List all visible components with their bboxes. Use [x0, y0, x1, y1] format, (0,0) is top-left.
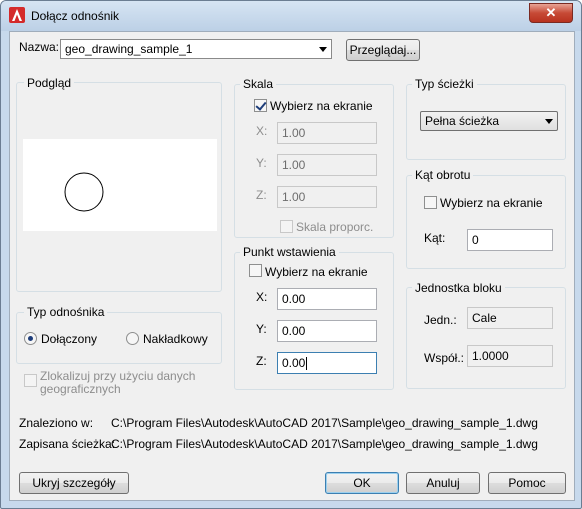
block-unit-group — [406, 287, 566, 389]
scale-specify-label: Wybierz na ekranie — [270, 99, 373, 113]
uniform-scale-label: Skala proporc. — [296, 220, 374, 234]
insertion-y-input[interactable]: 0.00 — [277, 320, 377, 342]
rotation-group — [406, 175, 566, 269]
locate-geo-label: Zlokalizuj przy użyciu danych geograficz… — [40, 370, 195, 396]
insertion-specify-label: Wybierz na ekranie — [265, 265, 368, 279]
angle-label: Kąt: — [424, 231, 446, 245]
found-in-path: C:\Program Files\Autodesk\AutoCAD 2017\S… — [111, 416, 538, 430]
found-in-label: Znaleziono w: — [19, 416, 94, 430]
reference-type-label: Typ odnośnika — [24, 305, 108, 319]
name-value: geo_drawing_sample_1 — [65, 42, 193, 56]
rotation-specify-checkbox[interactable] — [424, 196, 437, 209]
preview-circle-icon — [64, 172, 104, 212]
path-type-combobox[interactable]: Pełna ścieżka — [420, 111, 558, 131]
saved-path-value: C:\Program Files\Autodesk\AutoCAD 2017\S… — [111, 437, 538, 451]
factor-label: Współ.: — [424, 351, 465, 365]
attachment-label: Dołączony — [41, 332, 98, 346]
insertion-y-label: Y: — [256, 322, 267, 336]
browse-button[interactable]: Przeglądaj... — [346, 39, 420, 61]
scale-specify-checkbox[interactable] — [254, 99, 267, 112]
overlay-label: Nakładkowy — [143, 332, 208, 346]
preview-label: Podgląd — [24, 76, 75, 90]
angle-input[interactable]: 0 — [467, 229, 553, 251]
name-combobox[interactable]: geo_drawing_sample_1 — [60, 39, 332, 59]
cancel-button[interactable]: Anuluj — [406, 472, 480, 494]
unit-value: Cale — [467, 307, 553, 329]
scale-label: Skala — [240, 77, 277, 91]
insertion-z-input[interactable]: 0.00 — [277, 352, 377, 374]
insertion-x-input[interactable]: 0.00 — [277, 288, 377, 310]
rotation-specify-label: Wybierz na ekranie — [440, 196, 543, 210]
text-caret — [306, 357, 308, 371]
path-type-label: Typ ścieżki — [412, 77, 477, 91]
dialog-body: Nazwa: geo_drawing_sample_1 Przeglądaj..… — [9, 31, 575, 501]
chevron-down-icon — [545, 119, 553, 124]
chevron-down-icon — [319, 47, 327, 52]
dialog-window: Dołącz odnośnik ✕ Nazwa: geo_drawing_sam… — [0, 0, 582, 509]
factor-value: 1.0000 — [467, 345, 553, 367]
saved-path-label: Zapisana ścieżka: — [19, 437, 116, 451]
overlay-radio[interactable] — [126, 332, 139, 345]
block-unit-label: Jednostka bloku — [412, 281, 505, 295]
scale-z-label: Z: — [256, 188, 267, 202]
attachment-radio[interactable] — [24, 332, 37, 345]
close-button[interactable]: ✕ — [529, 3, 573, 23]
insertion-z-value: 0.00 — [282, 356, 306, 370]
window-title: Dołącz odnośnik — [31, 9, 120, 23]
hide-details-button[interactable]: Ukryj szczegóły — [19, 472, 129, 494]
uniform-scale-checkbox[interactable] — [280, 220, 293, 233]
path-type-value: Pełna ścieżka — [425, 114, 500, 128]
scale-y-input[interactable]: 1.00 — [277, 154, 377, 176]
insertion-x-label: X: — [256, 290, 268, 304]
scale-x-label: X: — [256, 124, 268, 138]
locate-geo-checkbox[interactable] — [24, 374, 37, 387]
insertion-specify-checkbox[interactable] — [249, 264, 262, 277]
insertion-z-label: Z: — [256, 354, 267, 368]
ok-button[interactable]: OK — [325, 472, 399, 494]
scale-z-input[interactable]: 1.00 — [277, 186, 377, 208]
locate-geo-line2: geograficznych — [40, 382, 121, 396]
help-button[interactable]: Pomoc — [488, 472, 566, 494]
title-bar[interactable]: Dołącz odnośnik ✕ — [1, 1, 581, 31]
name-label: Nazwa: — [19, 40, 60, 54]
insertion-label: Punkt wstawienia — [240, 245, 339, 259]
scale-x-input[interactable]: 1.00 — [277, 122, 377, 144]
rotation-label: Kąt obrotu — [412, 168, 474, 182]
autocad-logo-icon — [9, 7, 25, 23]
preview-group — [16, 82, 222, 292]
preview-canvas — [23, 139, 217, 231]
unit-label: Jedn.: — [424, 313, 457, 327]
scale-y-label: Y: — [256, 156, 267, 170]
